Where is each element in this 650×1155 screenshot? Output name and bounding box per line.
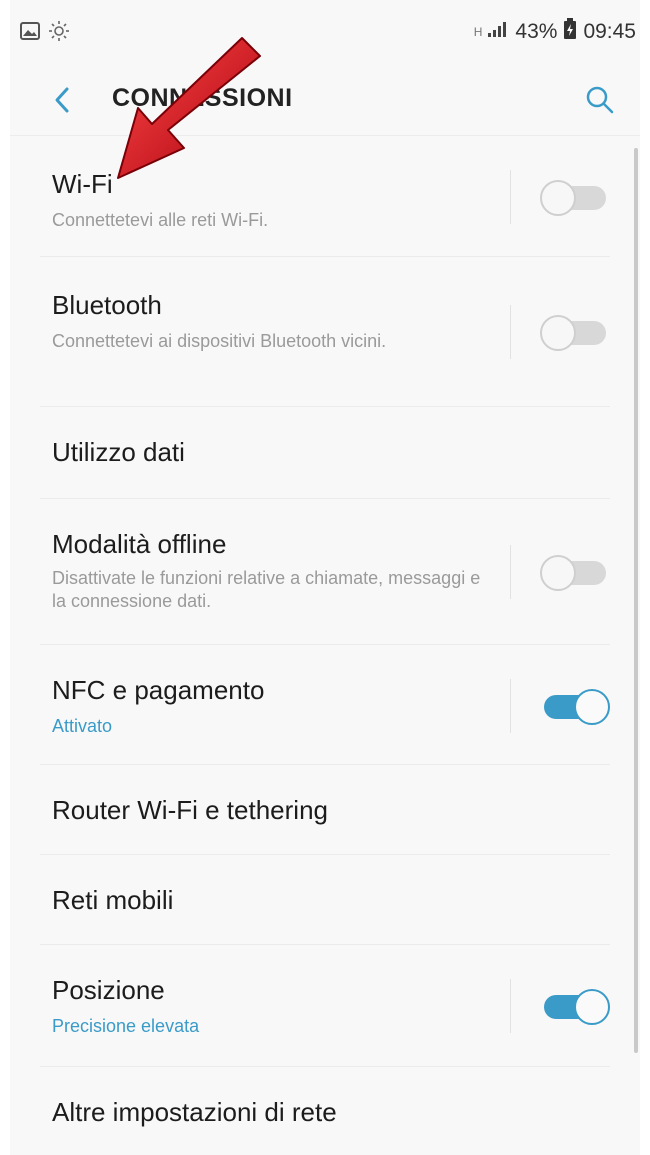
divider [510,545,511,599]
setting-label: Utilizzo dati [52,437,185,467]
setting-label: Altre impostazioni di rete [52,1097,337,1127]
divider [510,679,511,733]
search-button[interactable] [580,80,620,120]
setting-more-network[interactable]: Altre impostazioni di rete [40,1067,610,1155]
back-button[interactable] [44,82,80,118]
location-toggle[interactable] [540,989,610,1025]
gallery-icon [20,22,40,45]
status-right: H 43% 09:45 [474,18,636,46]
setting-label: Bluetooth [52,290,162,320]
settings-list: Wi-Fi Connettetevi alle reti Wi-Fi. Blue… [10,136,640,1155]
wifi-toggle[interactable] [540,180,610,216]
setting-status: Precisione elevata [52,1016,200,1036]
setting-label: Modalità offline [52,529,227,559]
brightness-icon [48,20,70,47]
setting-nfc[interactable]: NFC e pagamento Attivato [40,645,610,765]
setting-status: Attivato [52,716,113,736]
setting-label: Wi-Fi [52,169,113,199]
status-left [20,20,70,47]
setting-label: NFC e pagamento [52,675,265,705]
setting-airplane-mode[interactable]: Modalità offline Disattivate le funzioni… [40,499,610,645]
setting-location[interactable]: Posizione Precisione elevata [40,945,610,1067]
signal-icon [487,20,509,44]
setting-label: Router Wi-Fi e tethering [52,795,328,825]
setting-label: Posizione [52,975,165,1005]
setting-data-usage[interactable]: Utilizzo dati [40,407,610,499]
settings-screen: H 43% 09:45 CONNESSIONI Wi-Fi Connettete… [10,0,640,1155]
search-icon [586,86,614,114]
setting-tethering[interactable]: Router Wi-Fi e tethering [40,765,610,855]
setting-label: Reti mobili [52,885,174,915]
clock: 09:45 [583,20,636,43]
battery-icon [563,18,577,46]
setting-subtitle: Connettetevi alle reti Wi-Fi. [52,210,269,230]
setting-wifi[interactable]: Wi-Fi Connettetevi alle reti Wi-Fi. [40,136,610,257]
setting-mobile-networks[interactable]: Reti mobili [40,855,610,945]
scrollbar[interactable] [634,148,638,1053]
divider [510,979,511,1033]
airplane-toggle[interactable] [540,555,610,591]
bluetooth-toggle[interactable] [540,315,610,351]
nfc-toggle[interactable] [540,689,610,725]
setting-subtitle: Connettetevi ai dispositivi Bluetooth vi… [52,331,387,351]
app-bar: CONNESSIONI [10,64,640,136]
divider [510,305,511,359]
status-bar: H 43% 09:45 [10,0,640,64]
setting-subtitle: Disattivate le funzioni relative a chiam… [52,568,481,611]
page-title: CONNESSIONI [112,84,293,112]
setting-bluetooth[interactable]: Bluetooth Connettetevi ai dispositivi Bl… [40,257,610,407]
battery-percent: 43% [515,20,558,43]
data-icon: H [473,25,483,39]
back-arrow-icon [55,87,69,113]
divider [510,170,511,224]
